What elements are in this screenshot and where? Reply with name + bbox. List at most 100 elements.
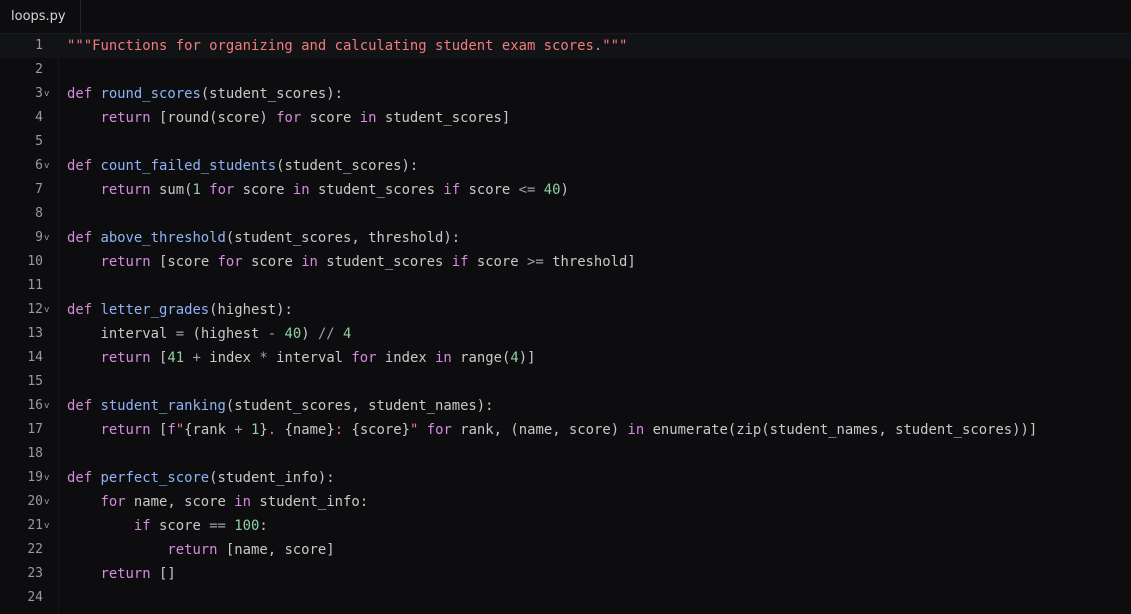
line-number: 12 (27, 302, 43, 317)
code-token: interval (276, 350, 352, 366)
code-token: )] (518, 350, 536, 366)
code-line[interactable]: 19 v def perfect_score(student_info): (0, 466, 1131, 490)
code-token: count_failed_students (100, 158, 277, 174)
code-token: return (100, 254, 159, 270)
line-number: 17 (27, 422, 43, 437)
code-line[interactable]: 18 (0, 442, 1131, 466)
fold-chevron-icon[interactable]: v (44, 82, 54, 106)
code-token: 4 (510, 350, 519, 366)
code-token: + (234, 422, 252, 438)
code-token: student_scores (326, 254, 452, 270)
line-number: 10 (27, 254, 43, 269)
code-token: return (100, 422, 159, 438)
code-line[interactable]: 16 v def student_ranking(student_scores, s… (0, 394, 1131, 418)
code-token: " (175, 422, 185, 438)
code-token: student_ranking (100, 398, 226, 414)
code-token: """Functions for organizing and calculat… (67, 38, 628, 54)
code-token: (student_scores): (276, 158, 419, 174)
code-text: def above_threshold(student_scores, thre… (67, 226, 460, 250)
code-text: return [round(score) for score in studen… (67, 106, 510, 130)
code-token: [round(score) (159, 110, 277, 126)
code-text: def perfect_score(student_info): (67, 466, 335, 490)
code-line[interactable]: 24 (0, 586, 1131, 610)
code-line[interactable]: 12 v def letter_grades(highest): (0, 298, 1131, 322)
code-token: above_threshold (100, 230, 226, 246)
code-line[interactable]: 8 (0, 202, 1131, 226)
code-line[interactable]: 11 (0, 274, 1131, 298)
code-line[interactable]: 23 return [] (0, 562, 1131, 586)
code-token: {rank (184, 422, 235, 438)
code-token: rank, (name, score) (460, 422, 628, 438)
code-line[interactable]: 9 v def above_threshold(student_scores, th… (0, 226, 1131, 250)
code-line[interactable]: 3 v def round_scores(student_scores): (0, 82, 1131, 106)
code-token: * (259, 350, 277, 366)
code-line[interactable]: 17 return [f"{rank + 1}. {name}: {score}… (0, 418, 1131, 442)
code-text: return sum(1 for score in student_scores… (67, 178, 568, 202)
code-token: score (251, 254, 302, 270)
code-token: 1 (192, 182, 201, 198)
code-line[interactable]: 10 return [score for score in student_sc… (0, 250, 1131, 274)
code-token: = (175, 326, 193, 342)
line-number: 6 (35, 158, 43, 173)
code-line[interactable]: 14 return [41 + index * interval for ind… (0, 346, 1131, 370)
code-text: def letter_grades(highest): (67, 298, 293, 322)
fold-chevron-icon[interactable]: v (44, 154, 54, 178)
code-token: for (217, 254, 251, 270)
code-token: score (242, 182, 293, 198)
code-line[interactable]: 5 (0, 130, 1131, 154)
code-token: {name} (284, 422, 335, 438)
code-line[interactable]: 21 v if score == 100: (0, 514, 1131, 538)
code-token: for (351, 350, 385, 366)
code-line[interactable]: 1 """Functions for organizing and calcula… (0, 34, 1131, 58)
tab-bar: loops.py (0, 0, 1131, 34)
tab-loops-py[interactable]: loops.py (0, 0, 81, 33)
code-line[interactable]: 7 return sum(1 for score in student_scor… (0, 178, 1131, 202)
code-editor[interactable]: 1 """Functions for organizing and calcula… (0, 34, 1131, 614)
code-token: return (100, 110, 159, 126)
line-number: 1 (35, 38, 43, 53)
code-token: index (209, 350, 260, 366)
code-token: in (359, 110, 385, 126)
code-token: for (426, 422, 461, 438)
code-token: score (159, 518, 210, 534)
code-line[interactable]: 13 interval = (highest - 40) // 4 (0, 322, 1131, 346)
code-token: 40 (543, 182, 561, 198)
code-line[interactable]: 4 return [round(score) for score in stud… (0, 106, 1131, 130)
code-token: range( (460, 350, 511, 366)
code-token: threshold] (552, 254, 636, 270)
code-token: return (100, 566, 159, 582)
line-number: 5 (35, 134, 43, 149)
code-token: in (234, 494, 260, 510)
code-line[interactable]: 6 v def count_failed_students(student_scor… (0, 154, 1131, 178)
code-line[interactable]: 22 return [name, score] (0, 538, 1131, 562)
code-text: def round_scores(student_scores): (67, 82, 343, 106)
fold-chevron-icon[interactable]: v (44, 490, 54, 514)
line-number: 14 (27, 350, 43, 365)
code-text: if score == 100: (67, 514, 268, 538)
code-token: letter_grades (100, 302, 210, 318)
code-token: } (259, 422, 268, 438)
line-number: 11 (27, 278, 43, 293)
code-token: enumerate(zip(student_names, student_sco… (652, 422, 1038, 438)
line-number: 2 (35, 62, 43, 77)
fold-chevron-icon[interactable]: v (44, 466, 54, 490)
code-line[interactable]: 2 (0, 58, 1131, 82)
fold-chevron-icon[interactable]: v (44, 394, 54, 418)
code-token: for (100, 494, 134, 510)
code-token: def (67, 86, 101, 102)
code-token: ) (301, 326, 318, 342)
code-token: sum( (159, 182, 193, 198)
code-line[interactable]: 15 (0, 370, 1131, 394)
fold-chevron-icon[interactable]: v (44, 514, 54, 538)
code-line[interactable]: 20 v for name, score in student_info: (0, 490, 1131, 514)
fold-chevron-icon[interactable]: v (44, 298, 54, 322)
code-token: def (67, 158, 101, 174)
code-token: 4 (343, 326, 352, 342)
code-token: : (334, 422, 352, 438)
fold-chevron-icon[interactable]: v (44, 226, 54, 250)
code-text: def student_ranking(student_scores, stud… (67, 394, 494, 418)
code-text: for name, score in student_info: (67, 490, 368, 514)
